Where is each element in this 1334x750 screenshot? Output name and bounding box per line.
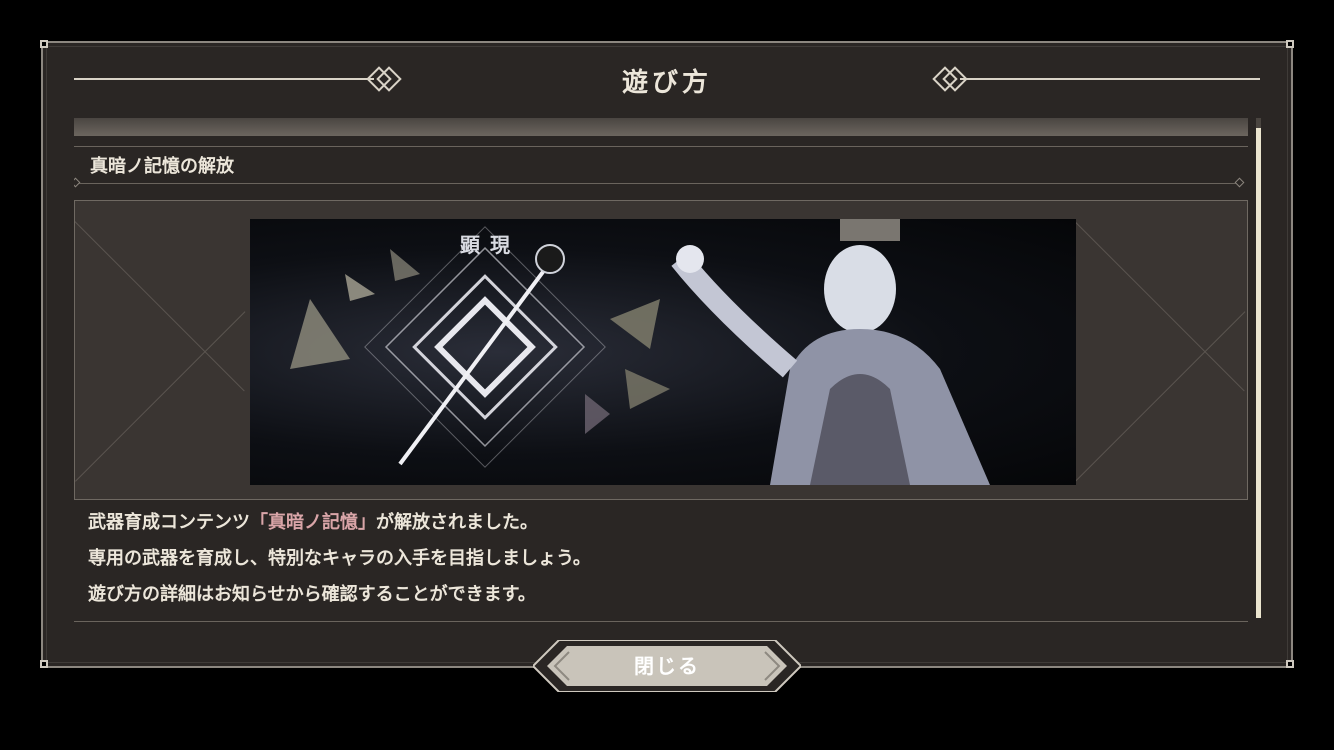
previous-section-bar [74, 118, 1248, 136]
description-text: が解放されました。 [376, 512, 538, 533]
header-divider-left [74, 78, 374, 80]
divider [74, 183, 1238, 184]
corner-ornament [1286, 660, 1294, 668]
description-line-1: 武器育成コンテンツ「真暗ノ記憶」が解放されました。 [88, 508, 538, 534]
corner-ornament [40, 660, 48, 668]
corner-ornament [1286, 40, 1294, 48]
description-text: 武器育成コンテンツ [88, 512, 250, 533]
header-divider-right [960, 78, 1260, 80]
frame-decoration [75, 311, 246, 482]
description-line-3: 遊び方の詳細はお知らせから確認することができます。 [88, 584, 536, 605]
corner-ornament [40, 40, 48, 48]
banner-label: 顕現 [460, 233, 520, 257]
divider [74, 621, 1248, 622]
banner-frame: 顕現 [74, 200, 1248, 500]
frame-decoration [1074, 221, 1245, 392]
scrollbar-thumb[interactable] [1256, 128, 1261, 618]
divider [74, 146, 1248, 147]
event-banner-image: 顕現 [250, 219, 1076, 485]
small-diamond-icon [74, 177, 81, 188]
scrollbar-track[interactable] [1256, 118, 1261, 618]
close-button-label: 閉じる [634, 654, 700, 678]
description-line-2: 専用の武器を育成し、特別なキャラの入手を目指しましょう。 [88, 548, 591, 569]
section-title: 真暗ノ記憶の解放 [90, 156, 234, 177]
dialog-title: 遊び方 [621, 68, 712, 98]
highlighted-content-name: 「真暗ノ記憶」 [250, 512, 376, 533]
frame-decoration [1075, 311, 1246, 482]
frame-decoration [75, 221, 245, 392]
close-button[interactable]: 閉じる [533, 640, 801, 692]
content-scroll-area[interactable]: 真暗ノ記憶の解放 顕現 武器育成コンテンツ「真暗ノ記憶」が解放されました。 専用… [74, 118, 1250, 623]
small-diamond-icon [1234, 177, 1245, 188]
